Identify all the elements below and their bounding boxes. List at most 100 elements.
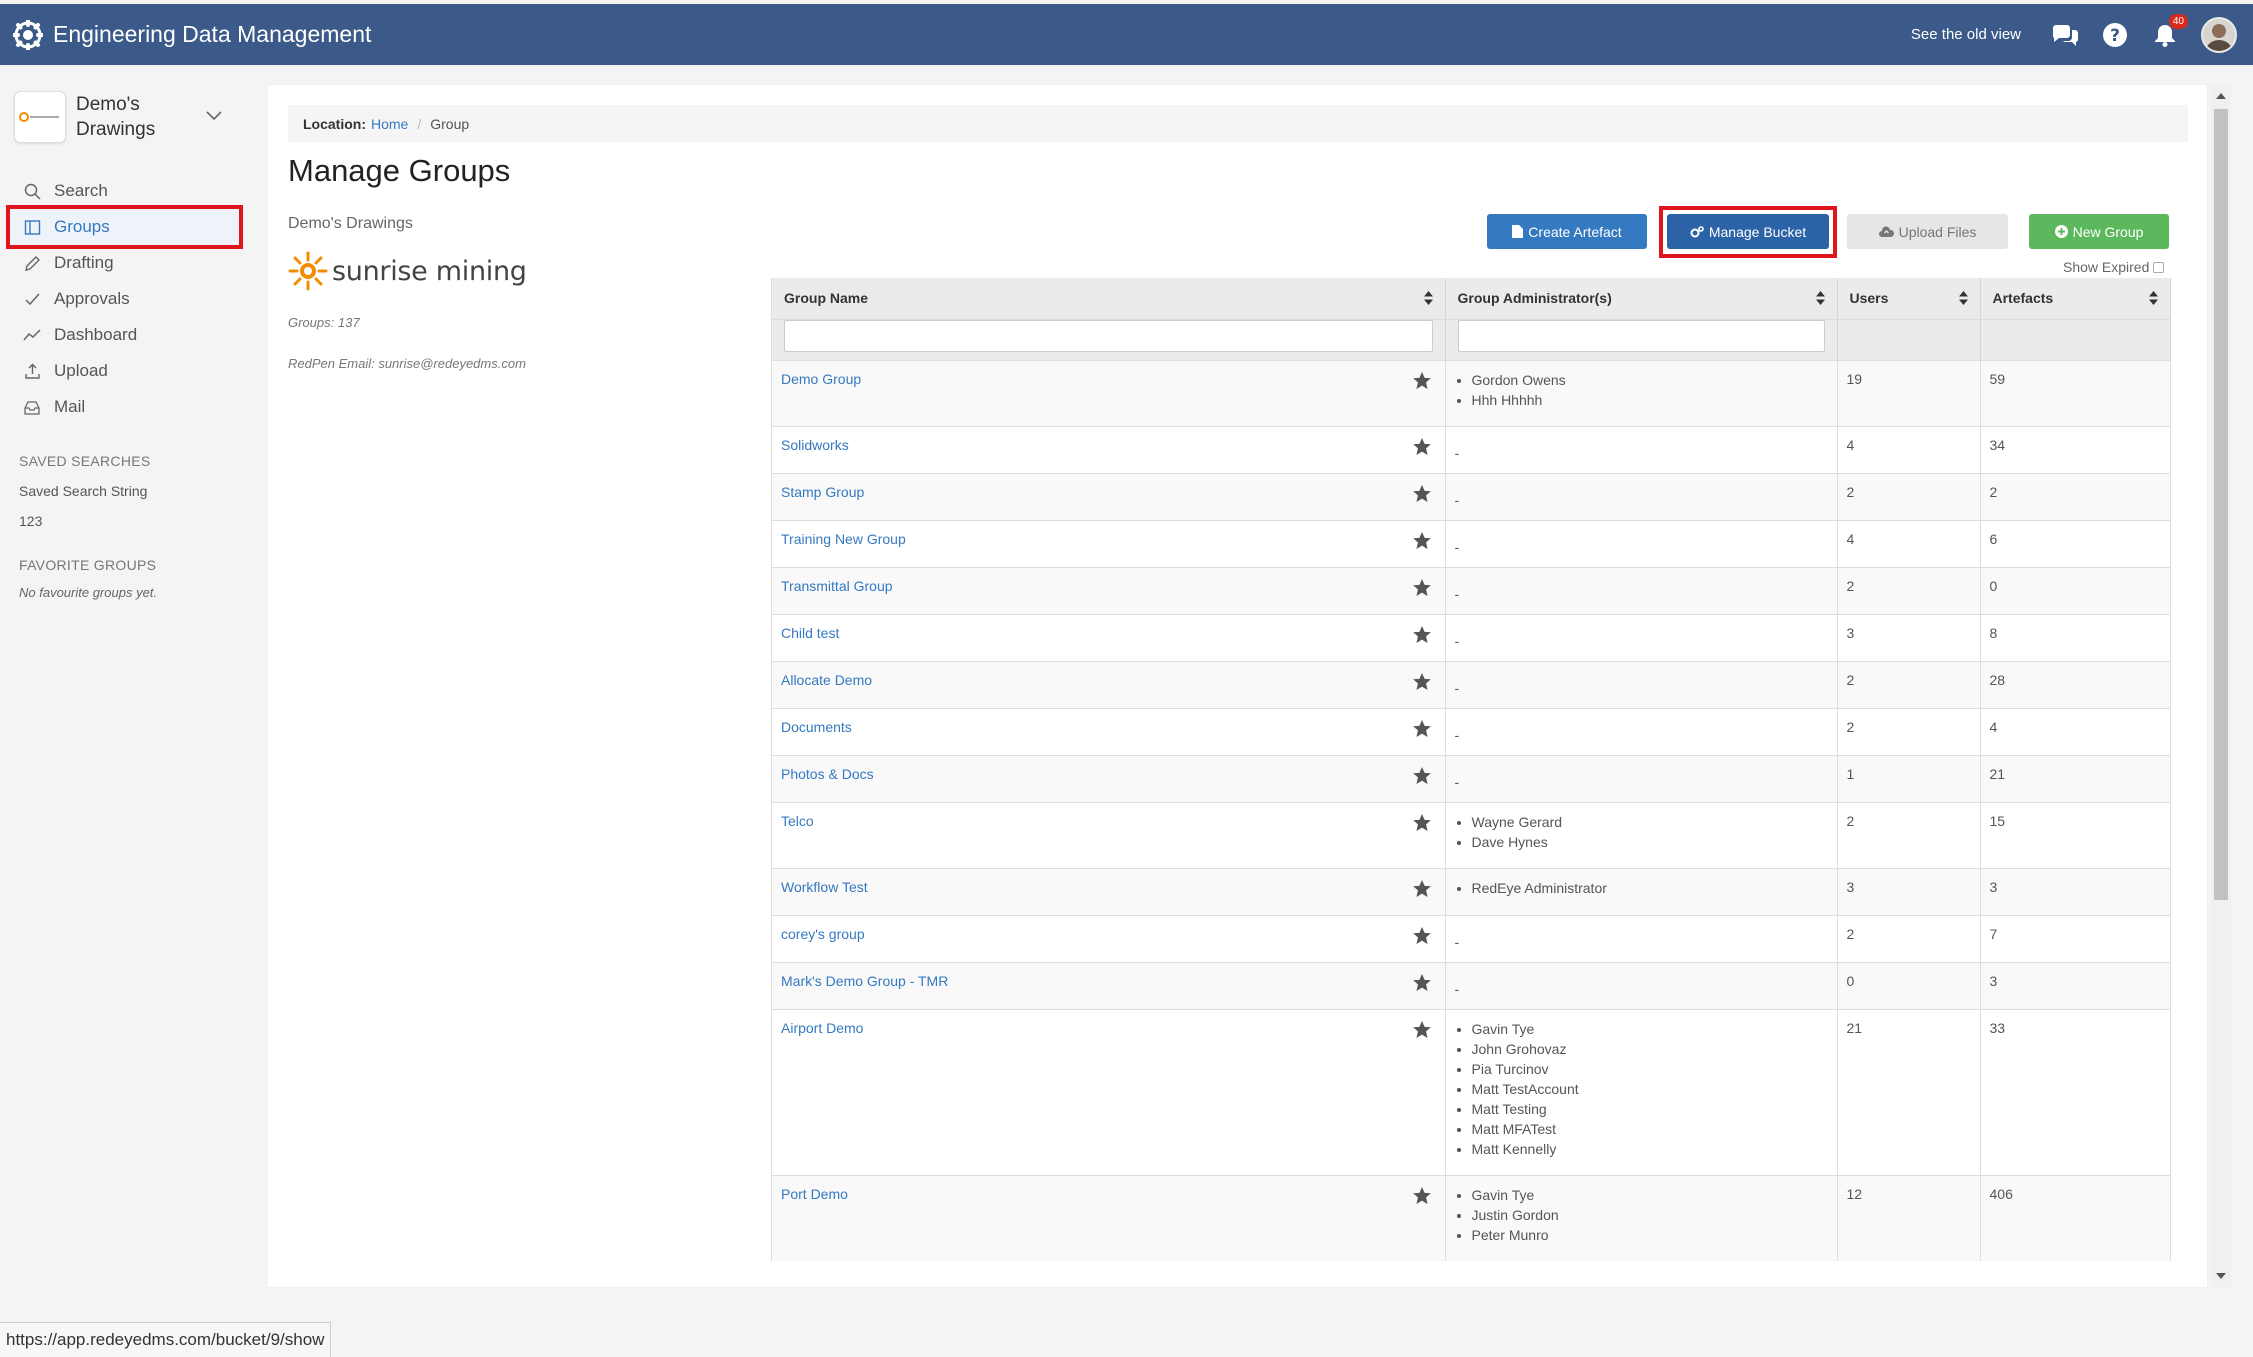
favorite-star-icon[interactable]	[1412, 672, 1431, 693]
group-name-link[interactable]: Photos & Docs	[781, 766, 874, 782]
scroll-down-arrow-icon[interactable]	[2216, 1273, 2226, 1279]
sidebar-item-approvals[interactable]: Approvals	[0, 281, 267, 317]
users-cell: 12	[1837, 1174, 1981, 1261]
breadcrumb-home-link[interactable]: Home	[371, 116, 408, 132]
group-name-link[interactable]: Telco	[781, 813, 814, 829]
chevron-down-icon[interactable]	[206, 108, 222, 126]
group-name-cell: Workflow Test	[772, 867, 1446, 915]
users-cell: 0	[1837, 961, 1981, 1009]
sidebar-item-upload[interactable]: Upload	[0, 353, 267, 389]
group-admins-cell: -	[1445, 566, 1838, 614]
sidebar-item-dashboard[interactable]: Dashboard	[0, 317, 267, 353]
sidebar-item-search[interactable]: Search	[0, 173, 267, 209]
group-name-link[interactable]: Demo Group	[781, 371, 861, 387]
group-name-link[interactable]: Child test	[781, 625, 839, 641]
cloud-upload-icon	[1878, 226, 1894, 237]
users-cell: 2	[1837, 707, 1981, 755]
upload-files-button[interactable]: Upload Files	[1847, 214, 2008, 249]
sidebar-item-drafting[interactable]: Drafting	[0, 245, 267, 281]
group-name-link[interactable]: Mark's Demo Group - TMR	[781, 973, 948, 989]
favorite-star-icon[interactable]	[1412, 1020, 1431, 1041]
upload-files-label: Upload Files	[1898, 223, 1977, 240]
favorite-star-icon[interactable]	[1412, 484, 1431, 505]
help-icon[interactable]: ?	[2101, 21, 2129, 49]
table-row: corey's group - 2 7	[772, 914, 2171, 962]
org-switcher[interactable]: Demo's Drawings	[0, 65, 267, 143]
scrollbar-thumb[interactable]	[2214, 109, 2228, 900]
favorite-star-icon[interactable]	[1412, 437, 1431, 458]
table-row: Port Demo Gavin TyeJustin GordonPeter Mu…	[772, 1174, 2171, 1261]
group-name-link[interactable]: Allocate Demo	[781, 672, 872, 688]
group-name-link[interactable]: Workflow Test	[781, 879, 868, 895]
artefacts-cell: 7	[1980, 914, 2171, 962]
page-scrollbar[interactable]	[2211, 85, 2231, 1287]
column-label: Users	[1849, 290, 1889, 307]
group-name-link[interactable]: Transmittal Group	[781, 578, 893, 594]
favorite-star-icon[interactable]	[1412, 531, 1431, 552]
admin-name: Peter Munro	[1472, 1225, 1828, 1245]
group-name-link[interactable]: Training New Group	[781, 531, 906, 547]
group-admin-filter-input[interactable]	[1457, 319, 1825, 352]
create-artefact-button[interactable]: Create Artefact	[1487, 214, 1647, 249]
app-logo-icon[interactable]	[13, 19, 43, 50]
empty-admin: -	[1454, 444, 1460, 461]
group-name-cell: Solidworks	[772, 425, 1446, 473]
favorite-star-icon[interactable]	[1412, 766, 1431, 787]
chat-icon[interactable]	[2051, 21, 2079, 49]
manage-bucket-button[interactable]: Manage Bucket	[1667, 214, 1829, 249]
group-name-link[interactable]: corey's group	[781, 926, 865, 942]
groups-count: Groups: 137	[288, 315, 360, 330]
empty-admin: -	[1454, 585, 1460, 602]
group-name-link[interactable]: Port Demo	[781, 1186, 848, 1202]
column-header-artefacts[interactable]: Artefacts	[1980, 278, 2171, 319]
notification-badge: 40	[2168, 13, 2188, 29]
group-name-link[interactable]: Solidworks	[781, 437, 849, 453]
table-row: Transmittal Group - 2 0	[772, 566, 2171, 614]
column-header-users[interactable]: Users	[1837, 278, 1981, 319]
sidebar-nav: Search Groups Drafting Approvals Dashboa…	[0, 173, 267, 425]
old-view-link[interactable]: See the old view	[1911, 26, 2021, 43]
group-admins-cell: -	[1445, 425, 1838, 473]
sidebar-item-label: Drafting	[54, 253, 114, 272]
scroll-up-arrow-icon[interactable]	[2216, 93, 2226, 99]
column-header-group-name[interactable]: Group Name	[772, 278, 1446, 319]
favorite-star-icon[interactable]	[1412, 1186, 1431, 1207]
users-cell: 2	[1837, 472, 1981, 520]
saved-search-item[interactable]: 123	[19, 513, 267, 529]
group-name-link[interactable]: Documents	[781, 719, 852, 735]
show-expired-checkbox[interactable]	[2153, 261, 2165, 273]
artefacts-cell: 2	[1980, 472, 2171, 520]
user-avatar[interactable]	[2201, 16, 2237, 53]
favorite-star-icon[interactable]	[1412, 973, 1431, 994]
favorite-star-icon[interactable]	[1412, 625, 1431, 646]
column-label: Artefacts	[1992, 290, 2054, 307]
filter-cell	[1445, 318, 1838, 360]
notifications-bell-icon[interactable]: 40	[2151, 13, 2188, 49]
favorite-star-icon[interactable]	[1412, 879, 1431, 900]
favorite-star-icon[interactable]	[1412, 813, 1431, 834]
sidebar-item-mail[interactable]: Mail	[0, 389, 267, 425]
users-cell: 4	[1837, 425, 1981, 473]
table-row: Demo Group Gordon OwensHhh Hhhhh 19 59	[772, 359, 2171, 426]
favorite-star-icon[interactable]	[1412, 926, 1431, 947]
groups-table: Group Name Group Administrator(s) Users …	[772, 278, 2171, 1261]
group-name-link[interactable]: Airport Demo	[781, 1020, 863, 1036]
sidebar-item-label: Search	[54, 181, 108, 200]
table-filter-row	[772, 318, 2171, 360]
empty-admin: -	[1454, 538, 1460, 555]
org-name: Demo's Drawings	[76, 94, 156, 140]
table-row: Photos & Docs - 1 21	[772, 754, 2171, 802]
column-header-group-admins[interactable]: Group Administrator(s)	[1445, 278, 1838, 319]
table-row: Stamp Group - 2 2	[772, 472, 2171, 520]
group-name-cell: Child test	[772, 613, 1446, 661]
new-group-button[interactable]: New Group	[2029, 214, 2169, 249]
sidebar-item-groups[interactable]: Groups	[6, 205, 243, 249]
favorite-star-icon[interactable]	[1412, 578, 1431, 599]
favorite-star-icon[interactable]	[1412, 371, 1431, 392]
table-row: Child test - 3 8	[772, 613, 2171, 661]
group-name-link[interactable]: Stamp Group	[781, 484, 864, 500]
group-name-filter-input[interactable]	[784, 319, 1433, 352]
saved-search-item[interactable]: Saved Search String	[19, 483, 267, 499]
show-expired-toggle[interactable]: Show Expired	[2063, 259, 2165, 275]
favorite-star-icon[interactable]	[1412, 719, 1431, 740]
